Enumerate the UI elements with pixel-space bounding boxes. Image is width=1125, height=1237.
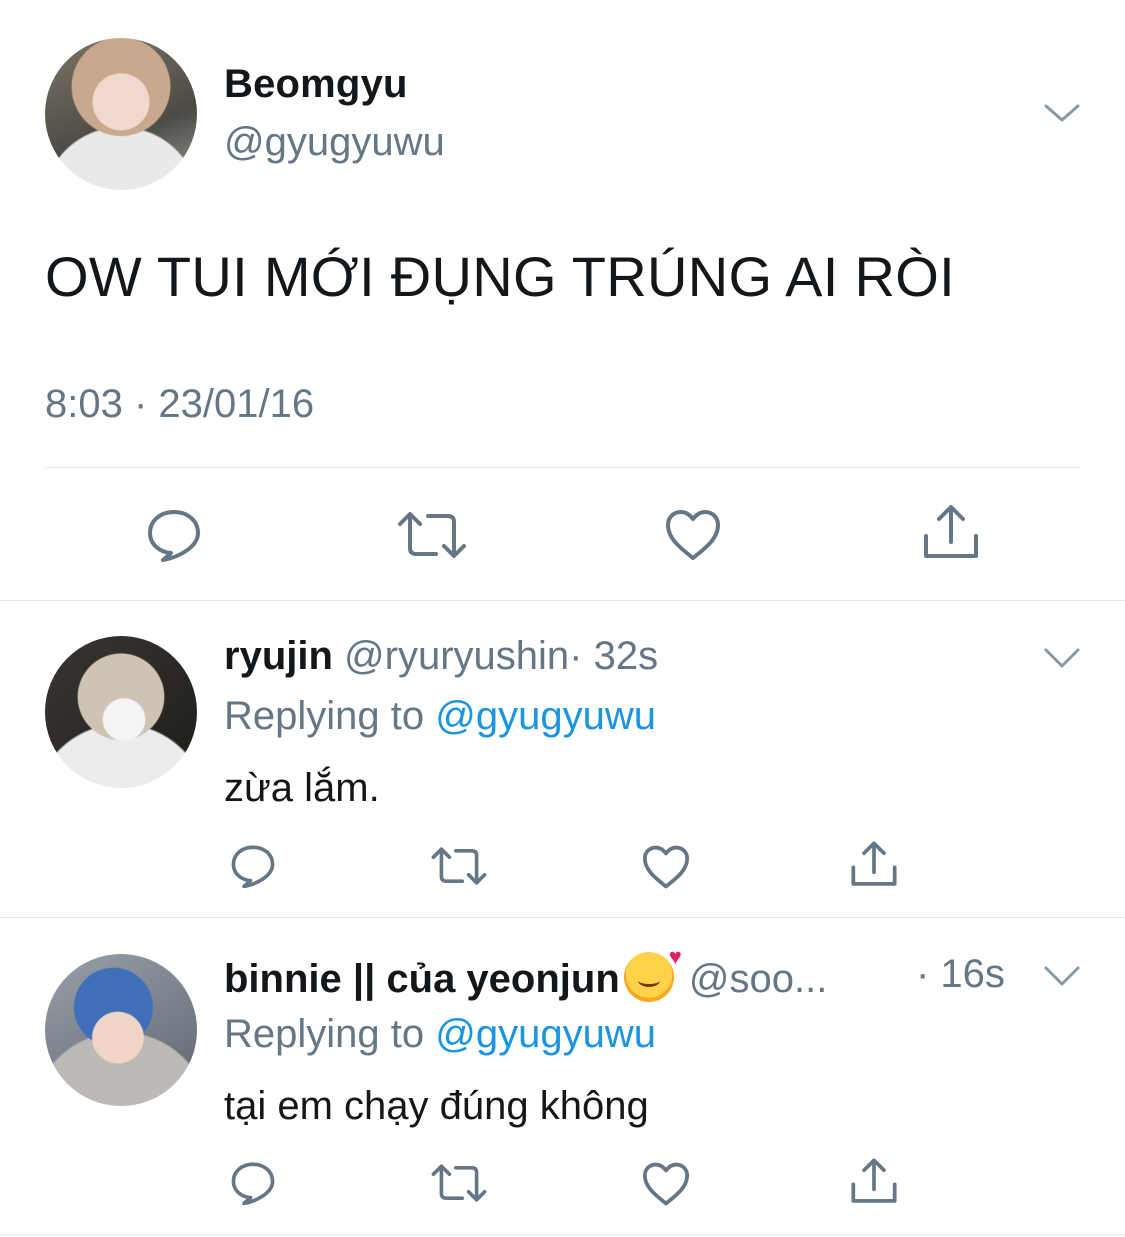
author-handle[interactable]: @gyugyuwu: [224, 120, 445, 165]
reply-icon[interactable]: [146, 508, 202, 562]
reply-text: tại em chạy đúng không: [224, 1084, 649, 1128]
author-handle[interactable]: @ryuryushin: [344, 634, 569, 678]
tweet-text: OW TUI MỚI ĐỤNG TRÚNG AI RÒI: [45, 245, 955, 308]
divider: [0, 917, 1125, 918]
mention-link[interactable]: @gyugyuwu: [435, 1012, 656, 1056]
author-name[interactable]: Beomgyu: [224, 62, 408, 107]
reply-time: · 16s: [916, 952, 1005, 996]
avatar[interactable]: [45, 954, 197, 1106]
like-icon[interactable]: [665, 509, 721, 561]
author-name[interactable]: ryujin: [224, 634, 333, 678]
replying-label: Replying to: [224, 1012, 425, 1056]
replying-label: Replying to: [224, 694, 425, 738]
replying-to: Replying to @gyugyuwu: [224, 1012, 656, 1057]
share-icon[interactable]: [922, 504, 980, 560]
avatar[interactable]: [45, 636, 197, 788]
smiling-face-with-hearts-icon: [623, 944, 682, 1002]
divider: [0, 1234, 1125, 1235]
retweet-icon[interactable]: [431, 1163, 487, 1203]
chevron-down-icon[interactable]: [1044, 98, 1080, 126]
tweet-timestamp: 8:03 · 23/01/16: [45, 382, 315, 426]
chevron-down-icon[interactable]: [1044, 964, 1080, 988]
reply-text: zừa lắm.: [224, 766, 380, 810]
like-icon[interactable]: [642, 845, 690, 889]
divider: [45, 467, 1080, 468]
chevron-down-icon[interactable]: [1044, 646, 1080, 670]
reply-header: binnie || của yeonjun @soo...: [224, 944, 827, 1002]
avatar[interactable]: [45, 38, 197, 190]
mention-link[interactable]: @gyugyuwu: [435, 694, 656, 738]
replying-to: Replying to @gyugyuwu: [224, 694, 656, 739]
retweet-icon[interactable]: [431, 846, 487, 886]
divider: [0, 600, 1125, 601]
author-name[interactable]: binnie || của yeonjun: [224, 957, 620, 1001]
like-icon[interactable]: [642, 1162, 690, 1206]
share-icon[interactable]: [850, 840, 898, 888]
reply-icon[interactable]: [230, 844, 276, 888]
share-icon[interactable]: [850, 1157, 898, 1205]
author-handle[interactable]: @soo...: [689, 957, 827, 1001]
reply-time: · 32s: [569, 634, 659, 678]
reply-icon[interactable]: [230, 1161, 276, 1205]
reply-header: ryujin @ryuryushin· 32s: [224, 634, 658, 679]
retweet-icon[interactable]: [398, 510, 466, 560]
